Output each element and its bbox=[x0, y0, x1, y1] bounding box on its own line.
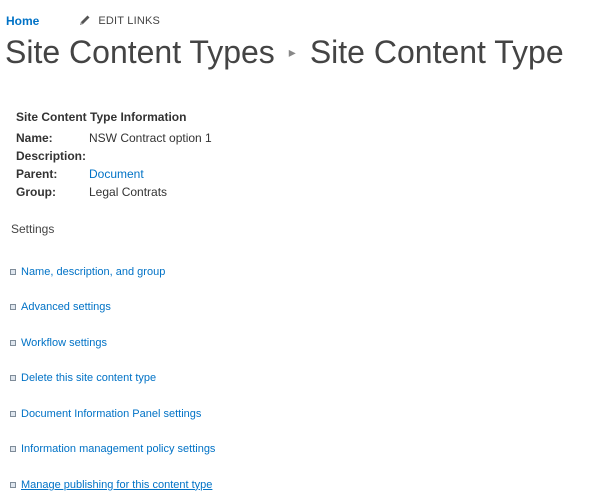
info-row-name: Name: NSW Contract option 1 bbox=[16, 129, 212, 147]
content-type-information: Site Content Type Information Name: NSW … bbox=[16, 110, 212, 201]
settings-link-information-management-policy[interactable]: Information management policy settings bbox=[21, 443, 215, 455]
settings-link-advanced[interactable]: Advanced settings bbox=[21, 301, 111, 313]
info-row-parent: Parent: Document bbox=[16, 165, 212, 183]
info-label: Parent: bbox=[16, 167, 58, 181]
bullet-icon bbox=[10, 268, 16, 275]
bullet-icon bbox=[10, 481, 16, 488]
info-row-description: Description: bbox=[16, 147, 212, 165]
edit-links-button[interactable]: EDIT LINKS bbox=[79, 14, 160, 29]
bullet-icon bbox=[10, 375, 16, 382]
info-label: Name: bbox=[16, 131, 53, 145]
settings-item: Information management policy settings bbox=[10, 432, 215, 468]
bullet-icon bbox=[10, 446, 16, 453]
settings-link-manage-publishing[interactable]: Manage publishing for this content type bbox=[21, 479, 212, 491]
settings-item: Advanced settings bbox=[10, 290, 215, 326]
settings-item: Manage publishing for this content type bbox=[10, 467, 215, 497]
breadcrumb-separator-icon: ▸ bbox=[288, 44, 296, 60]
info-heading: Site Content Type Information bbox=[16, 110, 187, 124]
settings-heading: Settings bbox=[11, 222, 55, 236]
parent-link[interactable]: Document bbox=[89, 165, 144, 183]
info-label: Group: bbox=[16, 185, 56, 199]
top-navigation: Home EDIT LINKS bbox=[6, 13, 160, 29]
info-label: Description: bbox=[16, 149, 87, 163]
edit-links-label: EDIT LINKS bbox=[98, 15, 161, 27]
pencil-icon bbox=[79, 14, 98, 29]
settings-item: Name, description, and group bbox=[10, 254, 215, 290]
bullet-icon bbox=[10, 410, 16, 417]
info-row-group: Group: Legal Contrats bbox=[16, 183, 212, 201]
settings-list: Name, description, and group Advanced se… bbox=[10, 254, 215, 497]
breadcrumb-parent[interactable]: Site Content Types bbox=[5, 34, 275, 71]
settings-item: Delete this site content type bbox=[10, 361, 215, 397]
settings-item: Document Information Panel settings bbox=[10, 396, 215, 432]
bullet-icon bbox=[10, 339, 16, 346]
home-link[interactable]: Home bbox=[6, 14, 39, 28]
settings-link-delete[interactable]: Delete this site content type bbox=[21, 372, 156, 384]
settings-item: Workflow settings bbox=[10, 325, 215, 361]
settings-link-document-information-panel[interactable]: Document Information Panel settings bbox=[21, 408, 201, 420]
settings-link-name-description-group[interactable]: Name, description, and group bbox=[21, 266, 165, 278]
info-value: NSW Contract option 1 bbox=[89, 131, 212, 145]
breadcrumb-current: Site Content Type bbox=[309, 34, 564, 70]
page: Home EDIT LINKS Site Content Types ▸ Sit… bbox=[0, 0, 591, 497]
info-value: Legal Contrats bbox=[89, 185, 168, 199]
page-title: Site Content Types ▸ Site Content Type bbox=[5, 34, 564, 71]
settings-link-workflow[interactable]: Workflow settings bbox=[21, 337, 107, 349]
bullet-icon bbox=[10, 304, 16, 311]
